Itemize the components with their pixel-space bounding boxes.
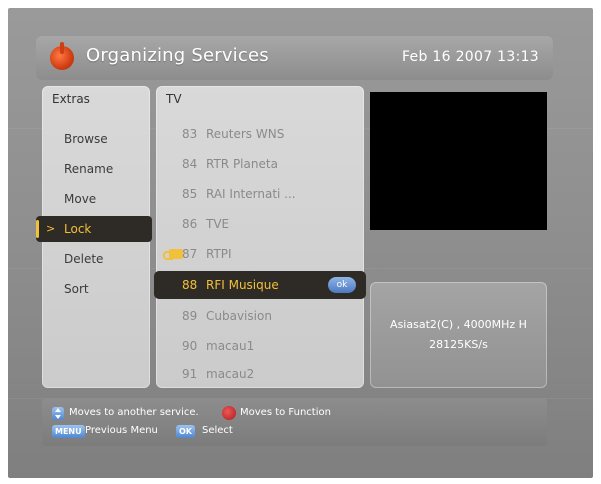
channel-row-selected[interactable]: 88 RFI Musique ok [154,271,366,299]
channel-number: 85 [182,187,198,201]
channel-row[interactable]: 84 RTR Planeta [166,150,356,178]
help-bar: Moves to another service. Moves to Funct… [42,398,547,446]
channel-row[interactable]: 91 macau2 [166,360,356,388]
channel-number: 86 [182,217,198,231]
channel-name: RAI Internati ... [206,187,296,201]
channel-name: Reuters WNS [206,127,285,141]
lock-icon [163,249,183,260]
menu-item-label: Lock [64,222,92,236]
menu-item-label: Delete [64,252,104,266]
menu-item-move[interactable]: Move [42,186,150,212]
channel-name: TVE [206,217,230,231]
up-down-arrows-icon [52,407,64,420]
video-preview [370,92,547,230]
channel-row[interactable]: 86 TVE [166,210,356,238]
title-bar: Organizing Services Feb 16 2007 13:13 [36,36,553,80]
channel-row[interactable]: 83 Reuters WNS [166,120,356,148]
channel-name: macau1 [206,339,255,353]
channel-number: 84 [182,157,198,171]
channel-row[interactable]: 90 macau1 [166,332,356,360]
menu-item-sort[interactable]: Sort [42,276,150,302]
menu-item-label: Sort [64,282,89,296]
power-plug-icon [50,42,74,70]
channel-name: RFI Musique [206,278,279,292]
transponder-info: Asiasat2(C) , 4000MHz H 28125KS/s [370,282,547,388]
symbol-rate-line: 28125KS/s [429,338,488,351]
menu-item-label: Browse [64,132,108,146]
menu-item-lock[interactable]: > Lock [36,216,152,242]
extras-menu: Extras Browse Rename Move > Lock Delete … [36,86,152,388]
date-time: Feb 16 2007 13:13 [401,49,539,65]
channel-number: 83 [182,127,198,141]
channel-number: 88 [182,278,198,292]
menu-item-rename[interactable]: Rename [42,156,150,182]
help-previous-menu: Previous Menu [85,425,158,436]
red-button-icon [222,406,236,420]
channel-row-locked[interactable]: 87 RTPI [163,240,356,268]
help-move-function: Moves to Function [240,407,331,418]
ok-badge[interactable]: ok [328,277,356,293]
channel-number: 89 [182,309,198,323]
menu-item-delete[interactable]: Delete [42,246,150,272]
channel-number: 91 [182,367,198,381]
channel-number: 90 [182,339,198,353]
page-title: Organizing Services [86,45,269,66]
ok-key-icon: OK [176,425,195,438]
help-move-service: Moves to another service. [69,407,199,418]
channel-number: 87 [182,247,198,261]
menu-key-icon: MENU [52,425,85,438]
channel-name: macau2 [206,367,255,381]
channel-name: RTPI [206,247,232,261]
extras-title: Extras [52,92,90,106]
help-select: Select [202,425,233,436]
menu-item-label: Move [64,192,97,206]
transponder-line: Asiasat2(C) , 4000MHz H [390,318,527,331]
chevron-right-icon: > [46,222,56,235]
menu-item-label: Rename [64,162,114,176]
channel-name: RTR Planeta [206,157,278,171]
channel-row[interactable]: 89 Cubavision [166,302,356,330]
channel-list-title: TV [166,92,182,106]
channel-name: Cubavision [206,309,272,323]
channel-row[interactable]: 85 RAI Internati ... [166,180,356,208]
channel-list: TV 83 Reuters WNS 84 RTR Planeta 85 RAI … [154,86,366,388]
menu-item-browse[interactable]: Browse [42,126,150,152]
